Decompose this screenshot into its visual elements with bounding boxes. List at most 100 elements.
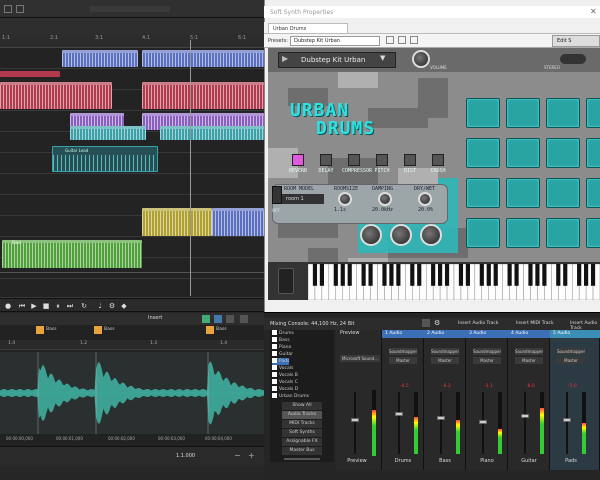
track-checkbox[interactable]: Bass bbox=[272, 337, 290, 344]
close-icon[interactable]: ✕ bbox=[590, 7, 597, 16]
timeline-ruler[interactable]: 1:1 2:1 3:1 4:1 5:1 6:1 bbox=[0, 34, 264, 48]
audio-clip[interactable] bbox=[212, 208, 264, 236]
assignable-fx-button[interactable]: Assignable FX bbox=[282, 438, 322, 446]
volume-fader[interactable] bbox=[563, 418, 571, 422]
black-key[interactable] bbox=[465, 264, 470, 286]
drum-pad[interactable] bbox=[586, 138, 600, 168]
black-key[interactable] bbox=[431, 264, 436, 286]
strip-header[interactable]: 4 Audio bbox=[508, 330, 550, 338]
insert-audio-track-button[interactable]: Insert Audio Track bbox=[458, 321, 498, 326]
volume-fader[interactable] bbox=[351, 418, 359, 422]
tool-icon[interactable] bbox=[226, 315, 234, 323]
track-checkbox[interactable]: Pads bbox=[272, 358, 290, 365]
black-key[interactable] bbox=[479, 264, 484, 286]
toolbar-button[interactable] bbox=[4, 5, 12, 13]
damping-knob[interactable] bbox=[378, 192, 392, 206]
audio-clip-guitar[interactable]: Guitar Lead bbox=[52, 146, 158, 172]
marker-flag[interactable] bbox=[94, 326, 102, 334]
drum-pad[interactable] bbox=[466, 138, 500, 168]
volume-fader[interactable] bbox=[521, 414, 529, 418]
bus-select[interactable]: Master bbox=[431, 357, 459, 364]
black-key[interactable] bbox=[458, 264, 464, 286]
toolbar-button[interactable] bbox=[16, 5, 24, 13]
metronome-icon[interactable]: ♩ bbox=[96, 302, 104, 310]
audio-clip[interactable] bbox=[62, 50, 138, 67]
zoom-out-icon[interactable]: − bbox=[234, 451, 241, 460]
bus-select[interactable]: Master bbox=[473, 357, 501, 364]
gear-icon[interactable]: ⚙ bbox=[434, 319, 440, 327]
record-icon[interactable]: ● bbox=[4, 302, 12, 310]
midi-tracks-button[interactable]: MIDI Tracks bbox=[282, 420, 322, 428]
synth-window-title[interactable]: Soft Synth Properties bbox=[264, 6, 600, 18]
black-key[interactable] bbox=[410, 264, 415, 286]
drum-pad[interactable] bbox=[586, 98, 600, 128]
track-checkbox[interactable]: Guitar bbox=[272, 351, 293, 358]
volume-fader[interactable] bbox=[395, 412, 403, 416]
room-model-select[interactable]: room 1 bbox=[282, 194, 324, 204]
drywet-knob[interactable] bbox=[418, 192, 432, 206]
black-key[interactable] bbox=[584, 264, 589, 286]
audio-clip[interactable] bbox=[160, 126, 264, 140]
insert-midi-track-button[interactable]: Insert MIDI Track bbox=[516, 321, 554, 326]
master-bus-button[interactable]: Master Bus bbox=[282, 447, 322, 455]
drum-pad[interactable] bbox=[546, 218, 580, 248]
pitch-wheel[interactable] bbox=[278, 268, 294, 294]
black-key[interactable] bbox=[514, 264, 519, 286]
output-select[interactable]: Soundmapper bbox=[389, 348, 417, 355]
track-checkbox[interactable]: Piano bbox=[272, 344, 291, 351]
dist-button[interactable] bbox=[404, 154, 416, 166]
stereo-toggle[interactable] bbox=[560, 54, 586, 64]
black-key[interactable] bbox=[528, 264, 533, 286]
insert-label[interactable]: Insert bbox=[148, 315, 162, 321]
drum-pad[interactable] bbox=[506, 138, 540, 168]
black-key[interactable] bbox=[444, 264, 450, 286]
drum-pad[interactable] bbox=[586, 178, 600, 208]
output-select[interactable]: Soundmapper bbox=[557, 348, 585, 355]
marker-flag[interactable] bbox=[206, 326, 214, 334]
bus-select[interactable]: Master bbox=[557, 357, 585, 364]
black-key[interactable] bbox=[493, 264, 498, 286]
output-select[interactable]: Soundmapper bbox=[431, 348, 459, 355]
instrument-dropdown[interactable]: Dubstep Kit Urban bbox=[278, 52, 396, 68]
waveform-display[interactable] bbox=[0, 352, 264, 434]
preset-dropdown[interactable]: Dubstep Kit Urban bbox=[290, 36, 380, 46]
show-all-button[interactable]: Show All bbox=[282, 402, 322, 410]
mixer-tool-icon[interactable] bbox=[422, 319, 430, 327]
volume-fader[interactable] bbox=[437, 416, 445, 420]
black-key[interactable] bbox=[590, 264, 596, 286]
output-select[interactable]: Soundmapper bbox=[473, 348, 501, 355]
soft-synths-button[interactable]: Soft Synths bbox=[282, 429, 322, 437]
pitch-button[interactable] bbox=[376, 154, 388, 166]
crush-button[interactable] bbox=[432, 154, 444, 166]
loop-icon[interactable]: ↻ bbox=[80, 302, 88, 310]
play-icon[interactable]: ▶ bbox=[30, 302, 38, 310]
strip-header[interactable]: 1 Audio bbox=[382, 330, 424, 338]
macro-knob-1[interactable] bbox=[360, 224, 382, 246]
audio-clip[interactable] bbox=[142, 50, 264, 67]
zoom-in-icon[interactable]: + bbox=[248, 451, 255, 460]
roomsize-knob[interactable] bbox=[338, 192, 352, 206]
track-checkbox[interactable]: Drums bbox=[272, 330, 294, 337]
track-checkbox[interactable]: Urban Drums bbox=[272, 393, 309, 400]
delay-button[interactable] bbox=[320, 154, 332, 166]
tab-urban-drums[interactable]: Urban Drums bbox=[268, 23, 348, 34]
delete-icon[interactable] bbox=[398, 36, 406, 44]
play-icon[interactable]: ▶ bbox=[282, 54, 288, 63]
macro-knob-3[interactable] bbox=[420, 224, 442, 246]
strip-header[interactable]: 2 Audio bbox=[424, 330, 466, 338]
volume-knob[interactable] bbox=[412, 50, 430, 68]
drum-pad[interactable] bbox=[586, 218, 600, 248]
black-key[interactable] bbox=[417, 264, 422, 286]
black-key[interactable] bbox=[507, 264, 512, 286]
black-key[interactable] bbox=[368, 264, 373, 286]
track-lane[interactable] bbox=[0, 279, 264, 298]
track-checkbox[interactable]: Vocals B bbox=[272, 372, 298, 379]
marker-flag[interactable] bbox=[36, 326, 44, 334]
track-checkbox[interactable]: Vocals D bbox=[272, 386, 298, 393]
zoom-slider[interactable] bbox=[284, 458, 320, 460]
stop-icon[interactable]: ■ bbox=[42, 302, 50, 310]
black-key[interactable] bbox=[389, 264, 394, 286]
drum-pad[interactable] bbox=[466, 98, 500, 128]
macro-knob-2[interactable] bbox=[390, 224, 412, 246]
save-icon[interactable] bbox=[386, 36, 394, 44]
